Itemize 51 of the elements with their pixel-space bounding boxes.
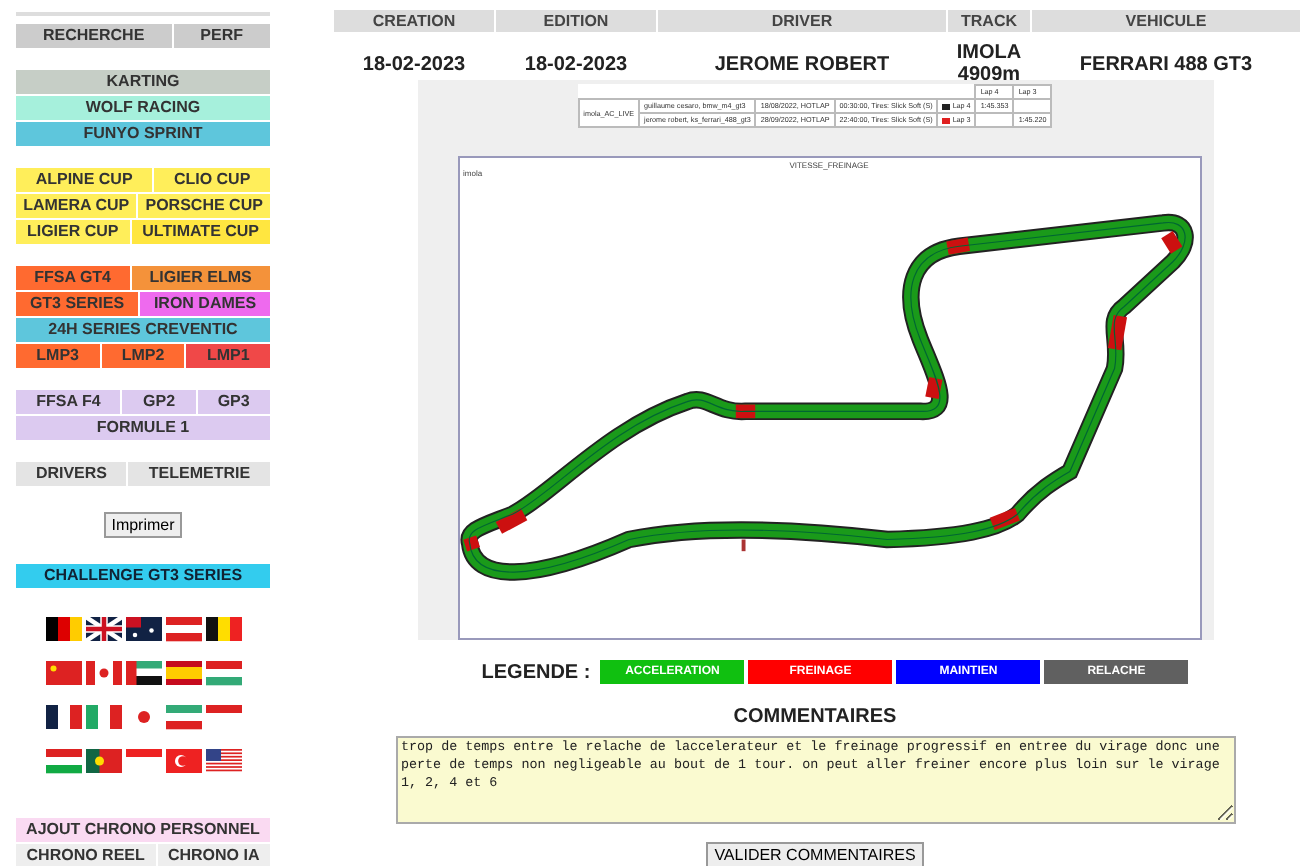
menu-button[interactable]: LMP3 xyxy=(16,344,100,368)
flag-icon[interactable] xyxy=(45,704,81,730)
flag-icon[interactable] xyxy=(45,616,81,642)
menu-button[interactable]: LIGIER ELMS xyxy=(131,266,270,290)
column-header: DRIVER xyxy=(658,10,946,32)
menu-button[interactable]: LIGIER CUP xyxy=(16,220,130,244)
flag-icon[interactable] xyxy=(205,616,241,642)
print-button[interactable]: Imprimer xyxy=(103,512,183,538)
menu-button[interactable]: TELEMETRIE xyxy=(128,462,271,486)
flag-icon[interactable] xyxy=(125,660,161,686)
menu-button[interactable]: CHRONO IA xyxy=(157,844,270,866)
menu-button[interactable]: LAMERA CUP xyxy=(16,194,137,218)
menu-button[interactable]: GT3 SERIES xyxy=(16,292,138,316)
flag-icon[interactable] xyxy=(165,660,201,686)
menu-button[interactable]: 24H SERIES CREVENTIC xyxy=(16,318,270,342)
flag-icon[interactable] xyxy=(125,616,161,642)
menu-button[interactable]: ALPINE CUP xyxy=(16,168,153,192)
menu-button[interactable]: RECHERCHE xyxy=(16,24,172,48)
menu-button[interactable]: GP3 xyxy=(197,390,270,414)
legend-label: LEGENDE : xyxy=(481,661,591,683)
column-header: EDITION xyxy=(496,10,656,32)
challenge-button[interactable]: CHALLENGE GT3 SERIES xyxy=(16,564,270,588)
menu-button[interactable]: CHRONO REEL xyxy=(16,844,156,866)
info-value: IMOLA 4909m xyxy=(954,40,1024,88)
menu-button[interactable]: FUNYO SPRINT xyxy=(16,122,270,146)
menu-button[interactable]: IRON DAMES xyxy=(140,292,270,316)
menu-button[interactable]: KARTING xyxy=(16,70,270,94)
column-header: TRACK xyxy=(948,10,1030,32)
comments-title: COMMENTAIRES xyxy=(733,706,897,728)
menu-button[interactable]: LMP2 xyxy=(101,344,185,368)
menu-button[interactable]: FFSA GT4 xyxy=(16,266,130,290)
info-value: 18-02-2023 xyxy=(360,51,468,79)
menu-button[interactable]: CLIO CUP xyxy=(154,168,270,192)
flag-icon[interactable] xyxy=(85,616,121,642)
menu-button[interactable]: AJOUT CHRONO PERSONNEL xyxy=(16,818,270,842)
menu-button[interactable]: WOLF RACING xyxy=(16,96,270,120)
column-header: VEHICULE xyxy=(1032,10,1300,32)
info-value: FERRARI 488 GT3 xyxy=(1077,51,1255,79)
menu-button[interactable]: FORMULE 1 xyxy=(16,416,270,440)
submit-button[interactable]: VALIDER COMMENTAIRES xyxy=(706,842,924,866)
menu-button[interactable]: PORSCHE CUP xyxy=(138,194,271,218)
info-value: 18-02-2023 xyxy=(522,51,630,79)
menu-button[interactable]: PERF xyxy=(173,24,271,48)
menu-button[interactable]: FFSA F4 xyxy=(16,390,121,414)
info-value: JEROME ROBERT xyxy=(712,51,892,79)
flag-icon[interactable] xyxy=(205,748,241,774)
menu-button[interactable]: GP2 xyxy=(122,390,196,414)
menu-button[interactable]: ULTIMATE CUP xyxy=(131,220,270,244)
menu-button[interactable]: DRIVERS xyxy=(16,462,127,486)
column-header: CREATION xyxy=(334,10,494,32)
flag-icon[interactable] xyxy=(85,748,121,774)
